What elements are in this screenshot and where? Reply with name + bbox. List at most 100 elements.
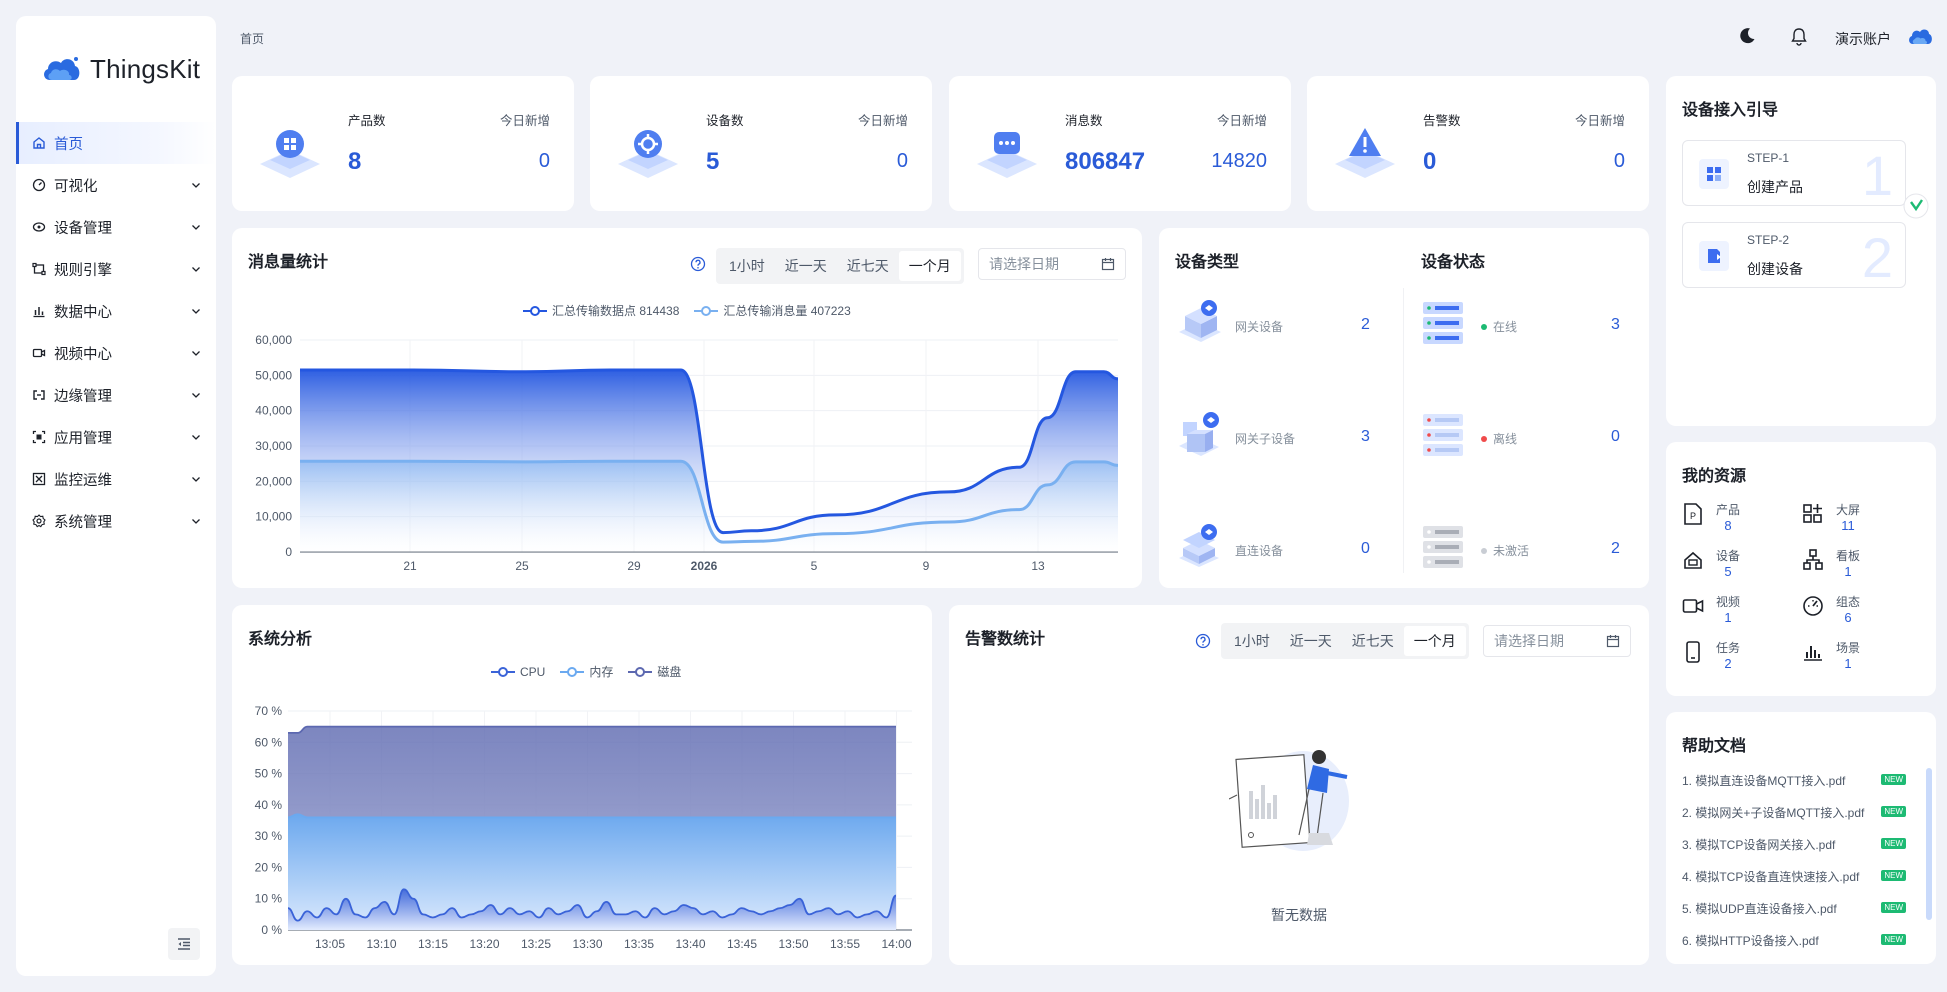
product-step-icon <box>1699 159 1729 189</box>
status-dot <box>1481 547 1487 554</box>
doc-title: 2. 模拟网关+子设备MQTT接入.pdf <box>1682 806 1865 820</box>
stat-today-label: 今日新增 <box>857 114 908 128</box>
logo[interactable]: ThingsKit <box>16 16 216 94</box>
stat-label: 产品数 <box>348 114 386 128</box>
stat-today-value: 0 <box>1613 150 1625 172</box>
resource-item-config[interactable]: 组态 6 <box>1802 594 1860 626</box>
resource-item-product[interactable]: P 产品 8 <box>1682 502 1740 534</box>
device-status-title: 设备状态 <box>1421 254 1486 271</box>
system-analysis-card: 系统分析 CPU 内存 磁盘 0 % 10 % 20 % 30 % 40 % 50 % 60… <box>232 605 932 965</box>
range-option-1d[interactable]: 近一天 <box>1280 626 1342 656</box>
sidebar-item-video-center[interactable]: 视频中心 <box>16 332 216 374</box>
resource-label: 场景 <box>1836 641 1861 655</box>
y-tick-label: 10,000 <box>255 510 292 524</box>
x-tick-label: 13:05 <box>315 937 345 951</box>
help-doc-link[interactable]: 5. 模拟UDP直连设备接入.pdf NEW <box>1682 900 1906 917</box>
help-doc-link[interactable]: 4. 模拟TCP设备直连快速接入.pdf NEW <box>1682 868 1906 885</box>
range-option-7d[interactable]: 近七天 <box>1342 626 1404 656</box>
theme-toggle-button[interactable] <box>1737 26 1757 49</box>
resource-item-task[interactable]: 任务 2 <box>1682 640 1740 672</box>
direct-device-icon <box>1179 524 1219 567</box>
chevron-down-icon <box>192 477 200 482</box>
chevron-down-icon <box>192 435 200 440</box>
date-placeholder: 请选择日期 <box>1494 633 1564 649</box>
resource-item-screen[interactable]: 大屏 11 <box>1802 502 1860 534</box>
gauge-icon <box>1803 596 1823 616</box>
stat-card-messages: 消息数 806847 今日新增 14820 <box>949 76 1291 211</box>
help-icon[interactable] <box>1195 633 1211 649</box>
stat-value: 806847 <box>1065 148 1146 175</box>
float-helper-icon[interactable] <box>1902 192 1930 220</box>
x-tick-label: 13 <box>1031 559 1045 573</box>
y-tick-label: 0 <box>285 545 292 559</box>
help-doc-link[interactable]: 3. 模拟TCP设备网关接入.pdf NEW <box>1682 836 1906 853</box>
guide-step-create-device[interactable]: STEP-2 创建设备 2 <box>1682 222 1906 289</box>
device-icon <box>32 220 46 234</box>
x-tick-label: 13:50 <box>778 937 808 951</box>
help-doc-link[interactable]: 2. 模拟网关+子设备MQTT接入.pdf NEW <box>1682 804 1906 821</box>
sidebar-item-home[interactable]: 首页 <box>16 122 216 164</box>
y-tick-label: 20 % <box>255 860 283 874</box>
offline-server-icon <box>1423 414 1463 456</box>
stat-today-value: 0 <box>538 150 550 172</box>
stat-today-label: 今日新增 <box>499 114 550 128</box>
sidebar-item-app-management[interactable]: 应用管理 <box>16 416 216 458</box>
y-tick-label: 0 % <box>261 923 282 937</box>
breadcrumb[interactable]: 首页 <box>240 30 264 47</box>
new-badge: NEW <box>1881 870 1906 881</box>
sidebar-item-edge-management[interactable]: 边缘管理 <box>16 374 216 416</box>
date-picker[interactable]: 请选择日期 <box>1483 625 1631 657</box>
range-option-1h[interactable]: 1小时 <box>1224 626 1280 656</box>
help-doc-link[interactable]: 1. 模拟直连设备MQTT接入.pdf NEW <box>1682 772 1906 789</box>
calendar-icon <box>1606 635 1620 648</box>
user-name[interactable]: 演示账户 <box>1835 29 1891 49</box>
alarm-stats-card: 告警数统计 1小时 近一天 近七天 一个月 请选择日期 暂无数据 <box>949 605 1649 965</box>
resource-value: 1 <box>1844 564 1852 579</box>
sidebar-item-label: 监控运维 <box>54 472 112 489</box>
resource-value: 11 <box>1841 518 1855 533</box>
sidebar-item-label: 系统管理 <box>54 514 112 531</box>
y-tick-label: 20,000 <box>255 474 292 488</box>
y-tick-label: 40,000 <box>255 404 292 418</box>
x-tick-label: 13:40 <box>675 937 705 951</box>
card-title: 设备接入引导 <box>1682 102 1779 119</box>
device-status-row: 在线 <box>1481 318 1517 335</box>
resource-item-device[interactable]: 设备 5 <box>1682 548 1740 580</box>
new-badge: NEW <box>1881 838 1906 849</box>
sidebar-item-label: 应用管理 <box>54 430 112 447</box>
x-tick-label: 13:45 <box>727 937 757 951</box>
resource-item-video[interactable]: 视频 1 <box>1682 594 1740 626</box>
online-server-icon <box>1423 302 1463 344</box>
moon-icon <box>1740 28 1755 44</box>
sidebar-item-visualization[interactable]: 可视化 <box>16 164 216 206</box>
sidebar-item-device-management[interactable]: 设备管理 <box>16 206 216 248</box>
sidebar-item-data-center[interactable]: 数据中心 <box>16 290 216 332</box>
range-option-1m[interactable]: 一个月 <box>1403 626 1466 656</box>
y-tick-label: 50,000 <box>255 368 292 382</box>
sidebar-item-label: 数据中心 <box>54 304 112 321</box>
sidebar-item-rule-engine[interactable]: 规则引擎 <box>16 248 216 290</box>
chevron-down-icon <box>192 225 200 230</box>
my-resources-card: 我的资源 P 产品 8 大屏 11 设备 5 看板 1 视频 1 组态 6 任务 2 场景 1 <box>1666 442 1936 696</box>
sidebar-item-monitoring[interactable]: 监控运维 <box>16 458 216 500</box>
notification-button[interactable] <box>1789 26 1809 49</box>
y-tick-label: 50 % <box>255 767 283 781</box>
help-doc-link[interactable]: 6. 模拟HTTP设备接入.pdf NEW <box>1682 932 1906 949</box>
resource-item-scene[interactable]: 场景 1 <box>1802 640 1860 672</box>
x-tick-label: 13:35 <box>624 937 654 951</box>
sidebar-item-system-management[interactable]: 系统管理 <box>16 500 216 542</box>
avatar[interactable] <box>1907 26 1933 49</box>
y-tick-label: 30 % <box>255 829 283 843</box>
device-step-icon <box>1699 241 1729 271</box>
y-tick-label: 70 % <box>255 704 283 718</box>
resource-item-board[interactable]: 看板 1 <box>1802 548 1860 580</box>
doc-scrollbar[interactable] <box>1926 768 1932 920</box>
guide-step-create-product[interactable]: STEP-1 创建产品 1 <box>1682 140 1906 207</box>
collapse-sidebar-button[interactable] <box>168 928 200 960</box>
video-icon <box>32 346 46 360</box>
stat-value: 0 <box>1423 148 1437 175</box>
device-status-name: 离线 <box>1493 432 1518 446</box>
stat-label: 设备数 <box>706 114 744 128</box>
chevron-down-icon <box>192 267 200 272</box>
chevron-down-icon <box>192 183 200 188</box>
